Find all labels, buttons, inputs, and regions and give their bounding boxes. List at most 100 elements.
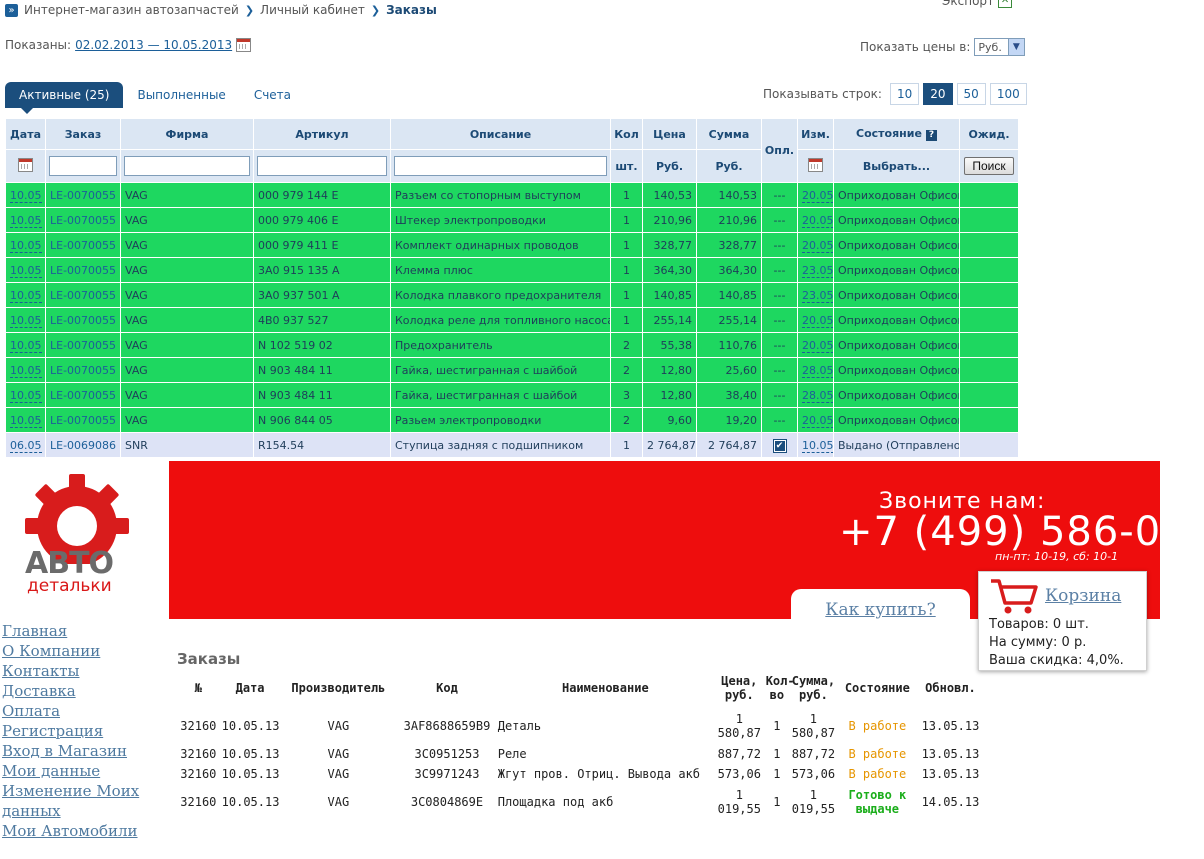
col-status[interactable]: Состояние? <box>833 118 960 150</box>
nav-my-cars[interactable]: Мои Автомобили <box>2 821 167 841</box>
order-value[interactable]: LE-0070055 <box>50 364 116 377</box>
order-value[interactable]: LE-0070055 <box>50 189 116 202</box>
page-size-100[interactable]: 100 <box>989 83 1027 105</box>
search-button[interactable]: Поиск <box>964 157 1014 175</box>
order-value[interactable]: LE-0070055 <box>50 264 116 277</box>
logo[interactable]: АВТО детальки <box>7 474 147 604</box>
order-value[interactable]: LE-0070055 <box>50 289 116 302</box>
date-range-link[interactable]: 02.02.2013 — 10.05.2013 <box>75 38 232 52</box>
phone-number[interactable]: +7 (499) 586-0 <box>839 509 1160 555</box>
nav-about[interactable]: О Компании <box>2 641 167 661</box>
status-filter[interactable]: Выбрать... <box>833 149 960 183</box>
nav-home[interactable]: Главная <box>2 621 167 641</box>
order-value[interactable]: LE-0070055 <box>50 214 116 227</box>
currency-select[interactable]: Руб. ▼ <box>974 38 1025 56</box>
col-date[interactable]: Дата <box>5 118 46 150</box>
date-value[interactable]: 10.05 <box>10 288 42 303</box>
changed-value[interactable]: 28.05 <box>802 363 833 378</box>
changed-value[interactable]: 20.05 <box>802 413 833 428</box>
col-sum[interactable]: Сумма <box>696 118 762 150</box>
table-row[interactable]: 10.05 LE-0070055 VAG N 102 519 02 Предохрани… <box>5 332 1019 358</box>
page-size-20[interactable]: 20 <box>923 83 953 105</box>
date-value[interactable]: 10.05 <box>10 213 42 228</box>
col-expected[interactable]: Ожид. <box>959 118 1019 150</box>
table-row[interactable]: 10.05 LE-0070055 VAG N 903 484 11 Гайка, шес… <box>5 382 1019 408</box>
changed-value[interactable]: 20.05 <box>802 213 833 228</box>
table-row[interactable]: 10.05 LE-0070055 VAG 3A0 915 135 A Клемма пл… <box>5 257 1019 283</box>
order-filter-input[interactable] <box>49 156 117 176</box>
help-icon[interactable]: ? <box>925 130 937 141</box>
col-firm[interactable]: Фирма <box>120 118 254 150</box>
breadcrumb-item[interactable]: Личный кабинет <box>260 3 365 17</box>
nav-payment[interactable]: Оплата <box>2 701 167 721</box>
page-size-10[interactable]: 10 <box>889 83 920 105</box>
how-to-buy-tab[interactable]: Как купить? <box>791 589 970 623</box>
nav-login[interactable]: Вход в Магазин <box>2 741 167 761</box>
nav-my-data[interactable]: Мои данные <box>2 761 167 781</box>
description-filter-input[interactable] <box>394 156 607 176</box>
nav-delivery[interactable]: Доставка <box>2 681 167 701</box>
order-value[interactable]: LE-0070055 <box>50 389 116 402</box>
calendar-icon[interactable] <box>236 38 252 52</box>
date-value[interactable]: 10.05 <box>10 238 42 253</box>
table-row[interactable]: 10.05 LE-0070055 VAG N 906 844 05 Разьем эле… <box>5 407 1019 433</box>
cell-desc: Ступица задняя с подшипником <box>390 432 611 458</box>
cart-icon[interactable] <box>989 577 1039 615</box>
date-value[interactable]: 10.05 <box>10 338 42 353</box>
table-row[interactable]: 10.05 LE-0070055 VAG 3A0 937 501 A Колодка п… <box>5 282 1019 308</box>
date-value[interactable]: 10.05 <box>10 388 42 403</box>
col-qty[interactable]: Кол <box>610 118 643 150</box>
order-value[interactable]: LE-0070055 <box>50 414 116 427</box>
how-to-buy-link[interactable]: Как купить? <box>825 600 935 620</box>
order-value[interactable]: LE-0069086 <box>50 439 116 452</box>
table-row[interactable]: 10.05 LE-0070055 VAG 000 979 411 E Комплект … <box>5 232 1019 258</box>
firm-filter-input[interactable] <box>124 156 250 176</box>
changed-value[interactable]: 20.05 <box>802 188 833 203</box>
col-paid[interactable]: Опл. <box>761 118 798 183</box>
calendar-icon[interactable] <box>808 157 823 172</box>
page-size-50[interactable]: 50 <box>956 83 986 105</box>
table-row: 32160 10.05.13 VAG 3C9971243 Жгут пров. Отри… <box>176 764 984 784</box>
date-value[interactable]: 10.05 <box>10 188 42 203</box>
changed-value[interactable]: 20.05 <box>802 338 833 353</box>
date-value[interactable]: 10.05 <box>10 263 42 278</box>
col-order[interactable]: Заказ <box>45 118 121 150</box>
table-row[interactable]: 10.05 LE-0070055 VAG 000 979 144 E Разъем со… <box>5 182 1019 208</box>
order-value[interactable]: LE-0070055 <box>50 239 116 252</box>
calendar-icon[interactable] <box>18 157 33 172</box>
orders-table: Дата Заказ Фирма Артикул Описание Кол Це… <box>5 118 1019 458</box>
tab-completed[interactable]: Выполненные <box>123 82 239 108</box>
export-link[interactable]: Экспорт ✕ <box>942 0 1013 8</box>
article-filter-input[interactable] <box>257 156 387 176</box>
table-row[interactable]: 06.05 LE-0069086 SNR R154.54 Ступица задняя … <box>5 432 1019 458</box>
nav-register[interactable]: Регистрация <box>2 721 167 741</box>
changed-value[interactable]: 20.05 <box>802 238 833 253</box>
changed-value[interactable]: 20.05 <box>802 313 833 328</box>
nav-edit-data[interactable]: Изменение Моих данных <box>2 781 167 821</box>
nav-contacts[interactable]: Контакты <box>2 661 167 681</box>
col-article[interactable]: Артикул <box>253 118 391 150</box>
home-icon[interactable]: » <box>5 3 18 17</box>
order-value[interactable]: LE-0070055 <box>50 339 116 352</box>
date-value[interactable]: 10.05 <box>10 313 42 328</box>
order-value[interactable]: LE-0070055 <box>50 314 116 327</box>
tab-active[interactable]: Активные (25) <box>5 82 124 114</box>
table-row[interactable]: 10.05 LE-0070055 VAG 000 979 406 E Штекер эл… <box>5 207 1019 233</box>
cell-status: Оприходован Офисом <box>833 257 960 283</box>
changed-value[interactable]: 28.05 <box>802 388 833 403</box>
date-value[interactable]: 06.05 <box>10 438 42 453</box>
col-description[interactable]: Описание <box>390 118 611 150</box>
table-row[interactable]: 10.05 LE-0070055 VAG 4B0 937 527 Колодка рел… <box>5 307 1019 333</box>
col-price[interactable]: Цена <box>642 118 697 150</box>
breadcrumb-item[interactable]: Интернет-магазин автозапчастей <box>24 3 239 17</box>
changed-value[interactable]: 23.05 <box>802 263 833 278</box>
desc-value: Разьем электропроводки <box>395 413 542 427</box>
date-value[interactable]: 10.05 <box>10 363 42 378</box>
changed-value[interactable]: 10.05 <box>802 438 833 453</box>
table-row[interactable]: 10.05 LE-0070055 VAG N 903 484 11 Гайка, шес… <box>5 357 1019 383</box>
tab-invoices[interactable]: Счета <box>240 82 305 108</box>
date-value[interactable]: 10.05 <box>10 413 42 428</box>
changed-value[interactable]: 23.05 <box>802 288 833 303</box>
cart-link[interactable]: Корзина <box>1045 586 1121 606</box>
col-changed[interactable]: Изм. <box>797 118 834 150</box>
